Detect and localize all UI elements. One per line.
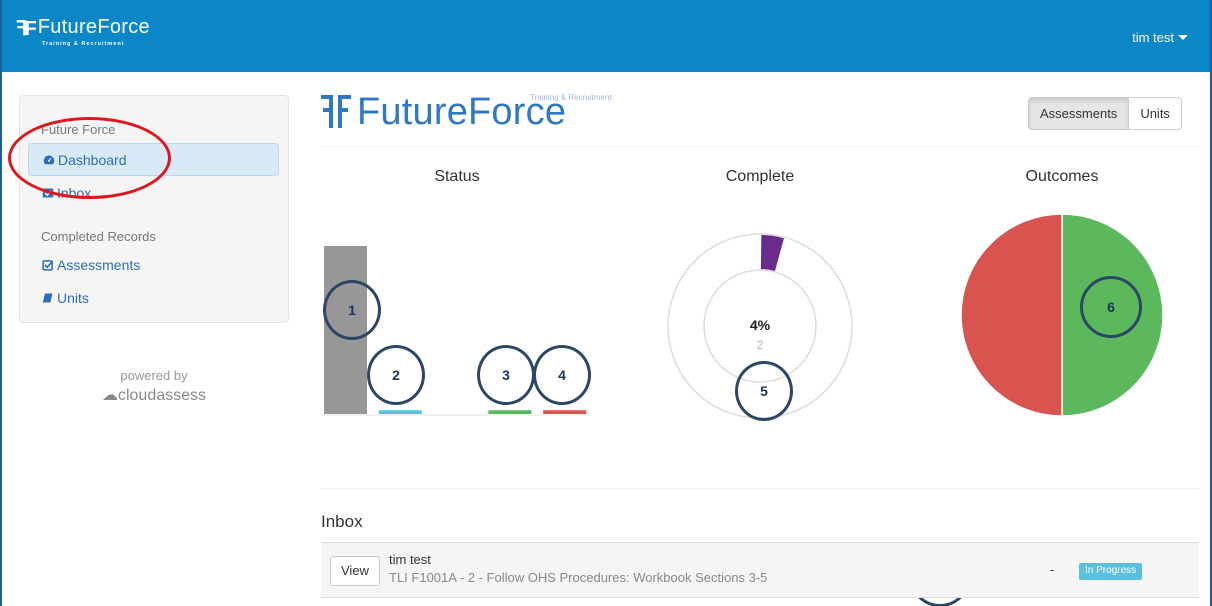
assessments-toggle-button[interactable]: Assessments	[1028, 97, 1130, 130]
complete-percent: 4%	[749, 317, 771, 333]
futureforce-mark-icon: ꟻF	[16, 18, 37, 40]
cloud-icon: ☁	[101, 387, 118, 404]
annotation-marker: 2	[367, 345, 425, 405]
divider	[321, 146, 1199, 147]
brand-logo[interactable]: ꟻF FutureForce Training & Recruitment	[16, 16, 150, 47]
sidebar-item-assessments[interactable]: Assessments	[28, 249, 279, 282]
status-bar	[488, 410, 532, 414]
outcomes-slice	[960, 213, 1063, 417]
book-icon	[42, 293, 53, 303]
annotation-marker: 4	[533, 345, 591, 405]
view-button[interactable]: View	[330, 556, 380, 586]
inbox-row-dash: -	[1050, 562, 1055, 577]
sidebar-item-label: Assessments	[57, 257, 141, 273]
cloudassess-name: cloudassess	[117, 387, 207, 404]
sidebar-item-units[interactable]: Units	[28, 282, 279, 315]
status-badge: In Progress	[1079, 563, 1143, 580]
outcomes-chart-title: Outcomes	[1025, 168, 1099, 185]
annotation-number: 6	[1107, 299, 1115, 315]
annotation-marker: 5	[735, 361, 793, 421]
status-bar	[378, 410, 422, 414]
annotation-number: 1	[348, 302, 356, 318]
cloudassess-logo: ☁cloudassess	[19, 385, 289, 405]
divider	[321, 488, 1199, 489]
app-window: ꟻF FutureForce Training & Recruitment tim…	[0, 0, 1212, 606]
powered-by: powered by ☁cloudassess	[19, 368, 289, 405]
annotation-marker: 1	[323, 280, 381, 340]
complete-count: 2	[756, 338, 764, 352]
annotation-number: 5	[760, 383, 768, 399]
logo-tagline: Training & Recruitment	[530, 93, 612, 102]
inbox-row: View tim test TLI F1001A - 2 - Follow OH…	[321, 542, 1199, 598]
view-toggle: Assessments Units	[1028, 97, 1182, 130]
annotation-number: 2	[392, 367, 400, 383]
check-square-icon	[42, 260, 54, 271]
units-toggle-button[interactable]: Units	[1129, 97, 1182, 130]
brand-tagline: Training & Recruitment	[42, 41, 125, 47]
annotation-marker: 3	[477, 345, 535, 405]
futureforce-mark-icon	[321, 95, 351, 128]
user-menu-dropdown[interactable]: tim test	[1132, 30, 1188, 45]
annotation-number: 4	[558, 367, 566, 383]
highlight-ring	[8, 117, 171, 199]
user-name: tim test	[1132, 30, 1174, 45]
top-navbar: ꟻF FutureForce Training & Recruitment tim…	[2, 0, 1210, 72]
powered-by-text: powered by	[120, 368, 188, 383]
status-chart-title: Status	[434, 168, 480, 185]
inbox-row-description: TLI F1001A - 2 - Follow OHS Procedures: …	[389, 570, 768, 585]
annotation-number: 3	[502, 367, 510, 383]
brand-name: FutureForce	[37, 16, 150, 38]
inbox-title: Inbox	[321, 512, 363, 531]
caret-down-icon	[1178, 35, 1188, 40]
complete-chart-title: Complete	[725, 168, 795, 185]
status-bar	[543, 410, 587, 414]
sidebar-section-completed-records: Completed Records	[41, 229, 156, 244]
sidebar-item-label: Units	[57, 290, 89, 306]
annotation-marker: 6	[1080, 276, 1142, 338]
inbox-row-name: tim test	[389, 552, 431, 567]
